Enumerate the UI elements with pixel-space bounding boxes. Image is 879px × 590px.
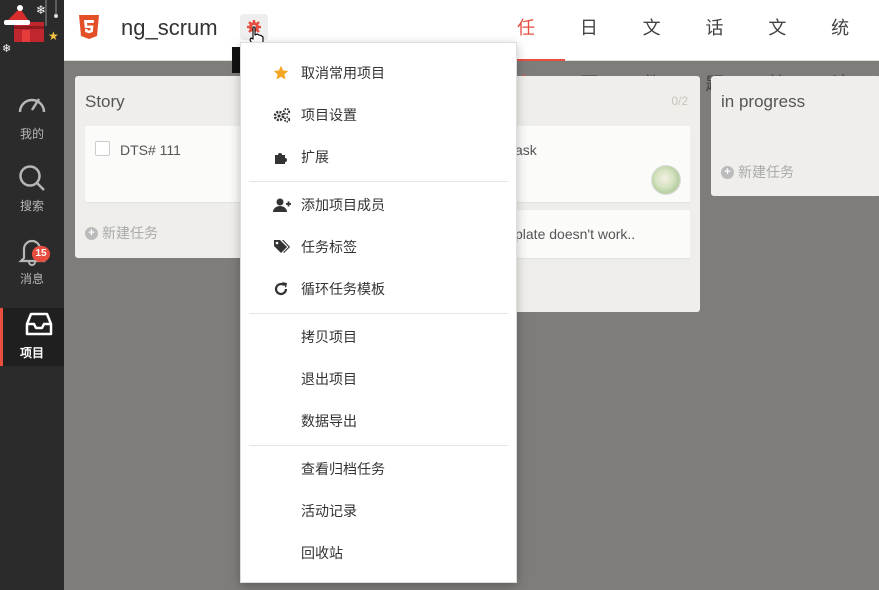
avatar [651, 165, 681, 195]
dashboard-icon [0, 90, 64, 121]
board-column-in-progress: in progress + 新建任务 [711, 76, 879, 196]
menu-item-task-tags[interactable]: 任务标签 [241, 225, 516, 267]
html5-icon [78, 14, 100, 45]
tab-stats[interactable]: 统计 [816, 0, 879, 94]
menu-item-copy-project[interactable]: 拷贝项目 [241, 315, 516, 357]
message-count-badge: 15 [32, 246, 50, 262]
inbox-icon [14, 311, 64, 340]
project-tabs: 任务 日历 文件 话题 文档 统计 [502, 0, 879, 94]
sidebar-item-search[interactable]: 搜索 [0, 163, 64, 225]
menu-item-archived-tasks[interactable]: 查看归档任务 [241, 447, 516, 489]
menu-item-label: 查看归档任务 [301, 461, 385, 477]
sidebar-item-projects[interactable]: 项目 [0, 308, 64, 366]
menu-item-label: 活动记录 [301, 503, 357, 519]
svg-text:★: ★ [48, 29, 59, 43]
column-title: Story [85, 92, 125, 111]
menu-item-label: 循环任务模板 [301, 281, 385, 297]
task-card[interactable]: plate doesn't work.. [505, 210, 690, 258]
tags-icon [273, 239, 291, 255]
new-task-button[interactable]: + 新建任务 [721, 162, 794, 182]
tab-files[interactable]: 文件 [628, 0, 691, 94]
menu-item-unfavorite[interactable]: 取消常用项目 [241, 51, 516, 93]
new-task-label: 新建任务 [738, 164, 794, 180]
gears-icon [273, 107, 291, 123]
menu-item-label: 拷贝项目 [301, 329, 357, 345]
task-checkbox[interactable] [95, 141, 110, 156]
svg-text:❄: ❄ [36, 3, 46, 17]
sidebar-item-label: 项目 [19, 346, 44, 360]
menu-item-add-member[interactable]: 添加项目成员 [241, 183, 516, 225]
task-title: DTS# 111 [120, 142, 181, 158]
holiday-logo[interactable]: ❄ ❄ ★ [0, 0, 64, 60]
new-task-label: 新建任务 [102, 225, 158, 241]
star-icon [273, 65, 291, 81]
menu-item-extensions[interactable]: 扩展 [241, 135, 516, 177]
board-column-todo: 0/2 ask plate doesn't work.. [505, 76, 700, 312]
column-count: 0/2 [671, 94, 688, 108]
tab-topics[interactable]: 话题 [690, 0, 753, 94]
menu-item-recycle-bin[interactable]: 回收站 [241, 531, 516, 573]
sidebar-item-label: 我的 [19, 127, 44, 141]
search-icon [0, 163, 64, 196]
new-task-button[interactable]: + 新建任务 [85, 223, 158, 243]
menu-item-activity-log[interactable]: 活动记录 [241, 489, 516, 531]
menu-item-project-settings[interactable]: 项目设置 [241, 93, 516, 135]
menu-item-label: 项目设置 [301, 107, 357, 123]
project-settings-menu: 取消常用项目 项目设置 扩展 添加项目成员 任务标签 循环任务模板 拷贝项目 退… [240, 42, 517, 583]
menu-item-leave-project[interactable]: 退出项目 [241, 357, 516, 399]
svg-text:❄: ❄ [2, 42, 11, 55]
menu-divider [249, 445, 508, 446]
tab-docs[interactable]: 文档 [753, 0, 816, 94]
sidebar: ❄ ❄ ★ 我的 搜索 15 消息 项目 [0, 0, 64, 590]
tab-calendar[interactable]: 日历 [565, 0, 628, 94]
sidebar-item-label: 搜索 [19, 199, 44, 213]
menu-item-recurring-template[interactable]: 循环任务模板 [241, 267, 516, 309]
task-card[interactable]: ask [505, 126, 690, 202]
user-plus-icon [273, 197, 291, 213]
plus-circle-icon: + [721, 165, 734, 179]
menu-item-label: 扩展 [301, 149, 329, 165]
plus-circle-icon: + [85, 226, 98, 240]
menu-item-label: 任务标签 [301, 239, 357, 255]
sidebar-item-label: 消息 [19, 272, 44, 286]
refresh-icon [273, 281, 291, 297]
menu-item-label: 回收站 [301, 545, 343, 561]
menu-item-label: 添加项目成员 [301, 197, 385, 213]
sidebar-item-mine[interactable]: 我的 [0, 90, 64, 152]
board-column-story: Story DTS# 111 + 新建任务 [75, 76, 250, 258]
menu-item-label: 退出项目 [301, 371, 357, 387]
menu-item-export-data[interactable]: 数据导出 [241, 399, 516, 441]
task-title: ask [515, 142, 537, 158]
task-title: plate doesn't work.. [515, 226, 636, 242]
sidebar-item-messages[interactable]: 15 消息 [0, 236, 64, 298]
puzzle-icon [273, 149, 291, 165]
task-card[interactable]: DTS# 111 [85, 126, 250, 202]
menu-divider [249, 313, 508, 314]
menu-item-label: 数据导出 [301, 413, 357, 429]
column-title: in progress [721, 92, 806, 111]
project-title: ng_scrum [121, 15, 218, 40]
menu-divider [249, 181, 508, 182]
menu-item-label: 取消常用项目 [301, 65, 385, 81]
